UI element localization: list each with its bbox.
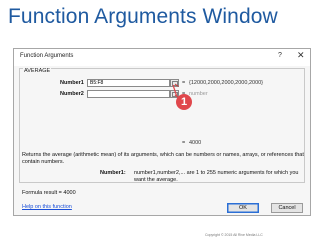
help-on-function-link[interactable]: Help on this function xyxy=(22,204,72,210)
number1-label: Number1 xyxy=(60,80,84,86)
number2-input[interactable] xyxy=(87,90,170,98)
cancel-button[interactable]: Cancel xyxy=(271,203,303,213)
function-name: AVERAGE xyxy=(23,68,52,74)
ok-button[interactable]: OK xyxy=(227,203,259,213)
number1-equals: = xyxy=(182,80,186,86)
dialog-title: Function Arguments xyxy=(20,53,74,59)
callout-badge: 1 xyxy=(176,94,192,110)
formula-result: Formula result = 4000 xyxy=(22,190,76,196)
range-select-icon xyxy=(172,81,179,87)
slide-title: Function Arguments Window xyxy=(8,5,278,28)
dialog-titlebar: Function Arguments ? ✕ xyxy=(14,49,310,66)
number1-collapse-button[interactable] xyxy=(170,79,179,87)
copyright-text: Copyright © 2015 All Rive Media LLC xyxy=(205,233,263,237)
argument-description: number1,number2,... are 1 to 255 numeric… xyxy=(134,170,299,183)
function-description: Returns the average (arithmetic mean) of… xyxy=(22,152,304,165)
number1-input[interactable]: B5:F8 xyxy=(87,79,170,87)
result-value: 4000 xyxy=(189,140,202,146)
function-arguments-dialog: Function Arguments ? ✕ AVERAGE Number1 B… xyxy=(13,48,311,216)
help-icon[interactable]: ? xyxy=(278,52,282,59)
number2-evaluated: number xyxy=(189,91,208,97)
number1-evaluated: {12000,2000,2000,2000,2000} xyxy=(189,80,264,86)
number2-label: Number2 xyxy=(60,91,84,97)
close-icon[interactable]: ✕ xyxy=(297,50,305,61)
argument-description-label: Number1: xyxy=(100,170,126,176)
result-equals: = xyxy=(182,140,186,146)
